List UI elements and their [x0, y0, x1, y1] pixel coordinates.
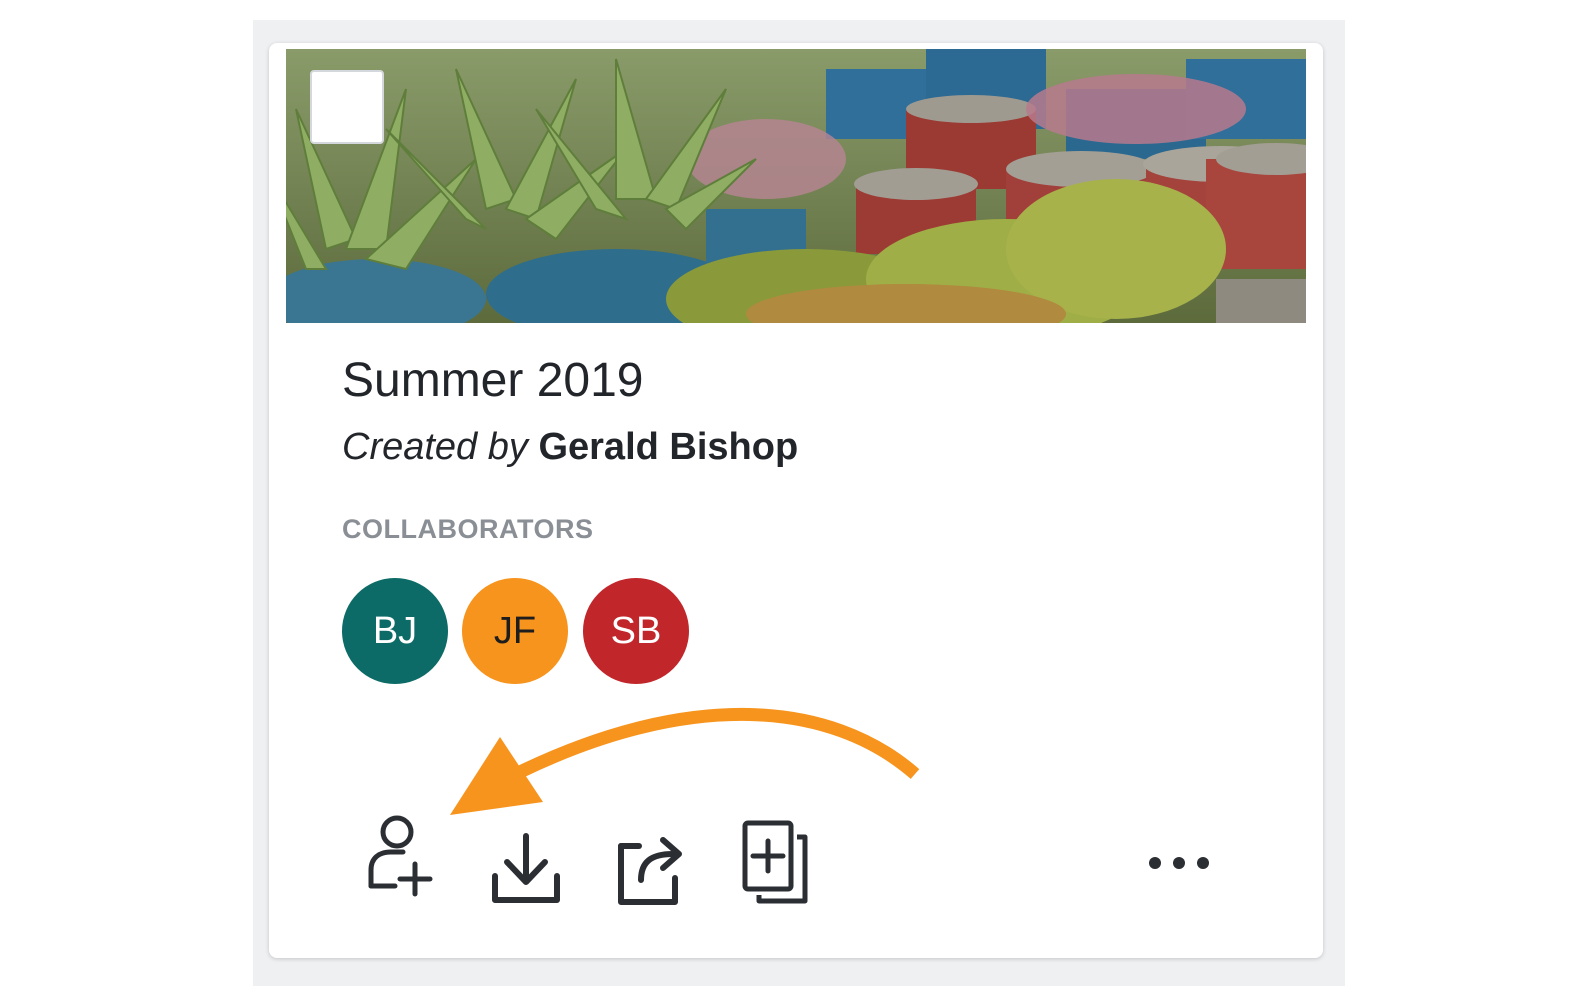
duplicate-button[interactable] [740, 818, 812, 908]
add-person-icon [368, 815, 433, 897]
avatar-sb[interactable]: SB [583, 578, 689, 684]
add-collaborator-button[interactable] [362, 812, 438, 902]
avatar-initials: SB [610, 609, 662, 652]
cover-image[interactable] [286, 49, 1306, 323]
avatar-bj[interactable]: BJ [342, 578, 448, 684]
created-by-prefix: Created by [342, 426, 528, 468]
share-button[interactable] [616, 830, 686, 908]
author-name: Gerald Bishop [538, 426, 799, 468]
share-icon [618, 837, 682, 905]
more-horizontal-icon [1149, 857, 1209, 869]
avatar-initials: BJ [372, 609, 418, 652]
duplicate-icon [742, 820, 808, 904]
created-by: Created by Gerald Bishop [342, 426, 798, 469]
more-button[interactable] [1146, 848, 1212, 878]
avatar-initials: JF [493, 609, 537, 652]
download-button[interactable] [490, 830, 562, 908]
collection-title: Summer 2019 [342, 354, 644, 407]
select-checkbox[interactable] [310, 70, 384, 144]
download-icon [492, 833, 560, 903]
collaborators-label: COLLABORATORS [342, 514, 594, 544]
avatar-jf[interactable]: JF [462, 578, 568, 684]
